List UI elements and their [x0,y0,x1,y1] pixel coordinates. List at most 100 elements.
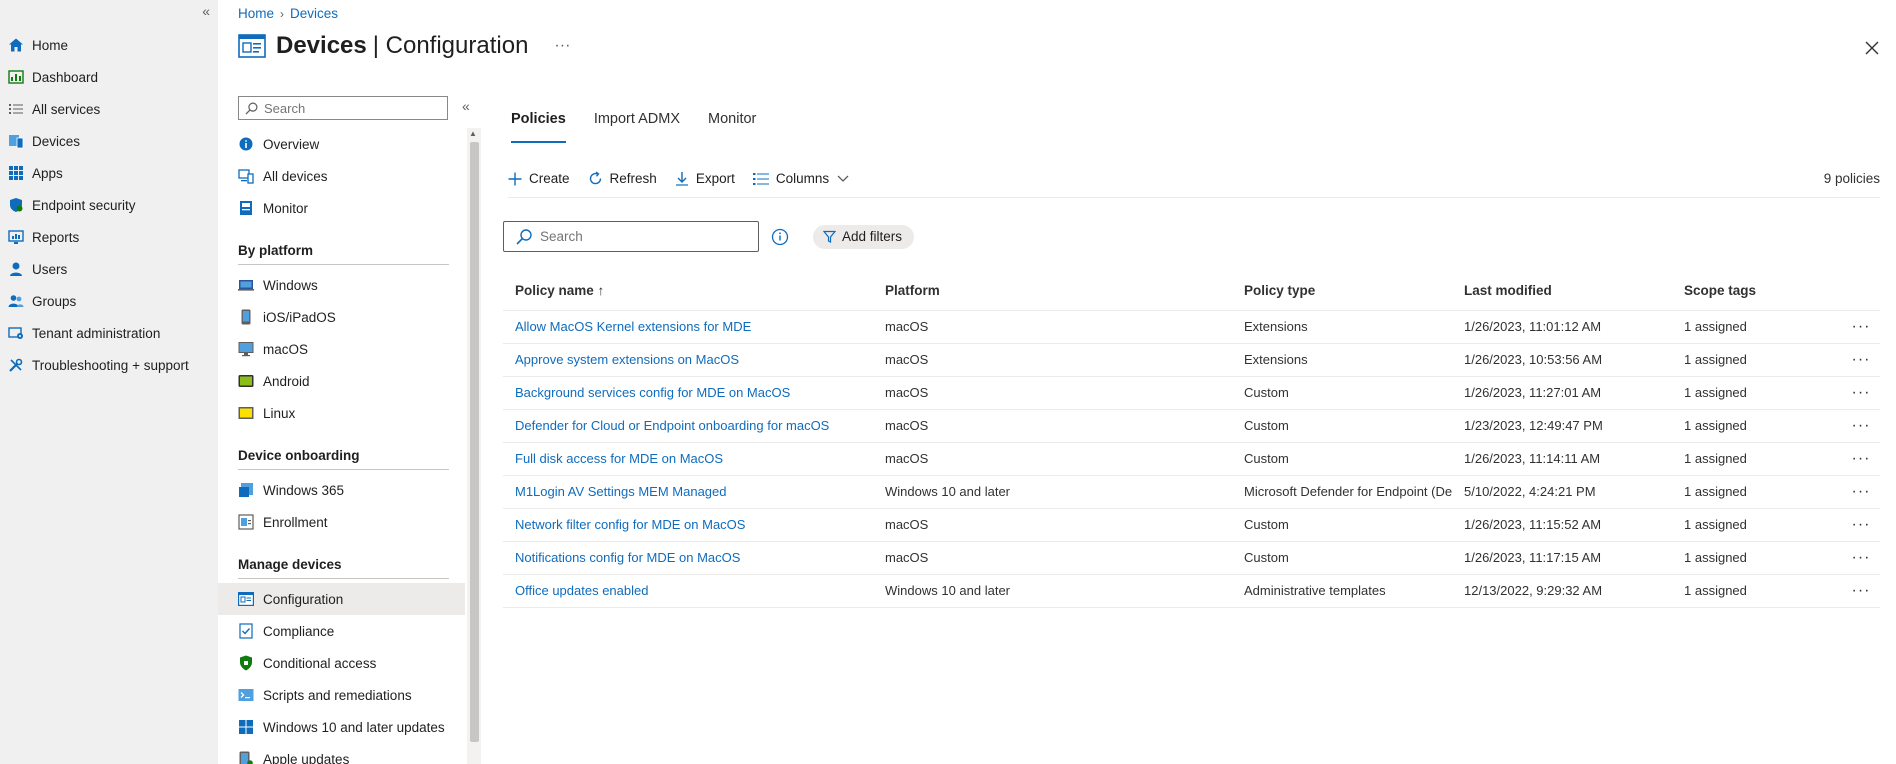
last-modified-cell: 1/26/2023, 11:14:11 AM [1452,442,1672,476]
blade-item-windows[interactable]: Windows [218,269,465,301]
columns-button[interactable]: Columns [752,171,849,186]
blade-item-configuration[interactable]: Configuration [218,583,465,615]
collapse-blade-icon[interactable]: « [462,98,470,114]
nav-item-groups[interactable]: Groups [0,285,218,317]
policy-search-input[interactable] [540,229,750,244]
more-options-icon[interactable]: ··· [554,37,570,55]
table-row[interactable]: Office updates enabled Windows 10 and lat… [503,574,1880,608]
blade-item-ios[interactable]: iOS/iPadOS [218,301,465,333]
list-icon [8,101,24,117]
blade-item-enrollment[interactable]: Enrollment [218,506,465,538]
column-header-policy-type[interactable]: Policy type [1232,272,1452,311]
last-modified-cell: 1/26/2023, 11:17:15 AM [1452,541,1672,575]
table-row[interactable]: Network filter config for MDE on MacOS ma… [503,508,1880,542]
policy-name-link[interactable]: Notifications config for MDE on MacOS [515,550,740,565]
portal-nav-list: Home Dashboard All services Devices Apps… [0,29,218,381]
column-header-last-modified[interactable]: Last modified [1452,272,1672,311]
platform-cell: macOS [873,343,1232,377]
nav-item-troubleshooting[interactable]: Troubleshooting + support [0,349,218,381]
collapse-nav-icon[interactable]: « [202,3,210,19]
scroll-up-arrow-icon[interactable]: ▲ [469,129,477,138]
nav-item-all-services[interactable]: All services [0,93,218,125]
table-row[interactable]: Approve system extensions on MacOS macOS E… [503,343,1880,377]
column-header-scope-tags[interactable]: Scope tags [1672,272,1842,311]
table-row[interactable]: Allow MacOS Kernel extensions for MDE mac… [503,310,1880,344]
column-header-policy-name[interactable]: Policy name ↑ [503,272,873,311]
policy-name-cell: Background services config for MDE on Ma… [503,376,873,410]
refresh-button[interactable]: Refresh [588,171,657,186]
nav-item-apps[interactable]: Apps [0,157,218,189]
blade-item-windows-updates[interactable]: Windows 10 and later updates [218,711,465,743]
row-more-actions-icon[interactable]: ··· [1842,442,1880,476]
tab-import-admx[interactable]: Import ADMX [594,111,680,143]
row-more-actions-icon[interactable]: ··· [1842,376,1880,410]
policy-name-link[interactable]: Background services config for MDE on Ma… [515,385,790,400]
table-row[interactable]: Notifications config for MDE on MacOS mac… [503,541,1880,575]
blade-item-linux[interactable]: Linux [218,397,465,429]
close-icon[interactable] [1860,36,1884,60]
nav-item-reports[interactable]: Reports [0,221,218,253]
blade-item-all-devices[interactable]: All devices [218,160,465,192]
nav-item-home[interactable]: Home [0,29,218,61]
nav-item-devices[interactable]: Devices [0,125,218,157]
policy-name-link[interactable]: Office updates enabled [515,583,648,598]
policy-name-link[interactable]: Allow MacOS Kernel extensions for MDE [515,319,751,334]
blade-item-android[interactable]: Android [218,365,465,397]
blade-search-box[interactable] [238,96,448,120]
nav-item-users[interactable]: Users [0,253,218,285]
table-row[interactable]: Background services config for MDE on Ma… [503,376,1880,410]
row-more-actions-icon[interactable]: ··· [1842,310,1880,344]
blade-item-macos[interactable]: macOS [218,333,465,365]
tab-bar: Policies Import ADMX Monitor [500,90,1880,143]
column-header-platform[interactable]: Platform [873,272,1232,311]
row-more-actions-icon[interactable]: ··· [1842,409,1880,443]
blade-item-compliance[interactable]: Compliance [218,615,465,647]
policy-name-link[interactable]: Defender for Cloud or Endpoint onboardin… [515,418,829,433]
breadcrumb-home-link[interactable]: Home [238,6,274,21]
platform-cell: macOS [873,541,1232,575]
enrollment-icon [238,514,254,530]
policy-name-link[interactable]: Network filter config for MDE on MacOS [515,517,745,532]
breadcrumb-devices-link[interactable]: Devices [290,6,338,21]
row-more-actions-icon[interactable]: ··· [1842,343,1880,377]
table-row[interactable]: M1Login AV Settings MEM Managed Windows 1… [503,475,1880,509]
row-more-actions-icon[interactable]: ··· [1842,574,1880,608]
scrollbar-thumb[interactable] [470,142,479,742]
blade-item-monitor[interactable]: Monitor [218,192,465,224]
tab-monitor[interactable]: Monitor [708,111,756,143]
row-more-actions-icon[interactable]: ··· [1842,475,1880,509]
breadcrumb: Home › Devices [238,6,338,21]
create-button[interactable]: Create [508,171,570,186]
table-row[interactable]: Defender for Cloud or Endpoint onboardin… [503,409,1880,443]
tenant-icon [8,325,24,341]
blade-item-windows-365[interactable]: Windows 365 [218,474,465,506]
blade-item-overview[interactable]: Overview [218,128,465,160]
page-header: Devices | Configuration ··· [238,32,570,60]
nav-item-label: Troubleshooting + support [32,357,189,373]
policy-name-link[interactable]: Approve system extensions on MacOS [515,352,739,367]
blade-item-apple-updates[interactable]: Apple updates [218,743,465,764]
tab-policies[interactable]: Policies [511,111,566,143]
last-modified-cell: 1/26/2023, 11:01:12 AM [1452,310,1672,344]
shield-icon [8,197,24,213]
blade-item-conditional-access[interactable]: Conditional access [218,647,465,679]
refresh-icon [588,171,603,186]
policy-search-box[interactable] [503,221,759,252]
add-filters-button[interactable]: Add filters [813,224,915,249]
policy-name-link[interactable]: M1Login AV Settings MEM Managed [515,484,727,499]
table-row[interactable]: Full disk access for MDE on MacOS macOS Cu… [503,442,1880,476]
row-more-actions-icon[interactable]: ··· [1842,541,1880,575]
policy-name-link[interactable]: Full disk access for MDE on MacOS [515,451,723,466]
nav-item-tenant-administration[interactable]: Tenant administration [0,317,218,349]
row-more-actions-icon[interactable]: ··· [1842,508,1880,542]
windows-device-icon [238,277,254,293]
main-content: Policies Import ADMX Monitor Create Refr… [500,90,1880,608]
blade-scrollbar[interactable]: ▲ [467,128,481,764]
nav-item-endpoint-security[interactable]: Endpoint security [0,189,218,221]
nav-item-dashboard[interactable]: Dashboard [0,61,218,93]
blade-search-input[interactable] [264,100,444,116]
policy-name-cell: Allow MacOS Kernel extensions for MDE [503,310,873,344]
export-button[interactable]: Export [675,171,735,186]
blade-item-scripts[interactable]: Scripts and remediations [218,679,465,711]
info-icon[interactable] [771,228,789,246]
